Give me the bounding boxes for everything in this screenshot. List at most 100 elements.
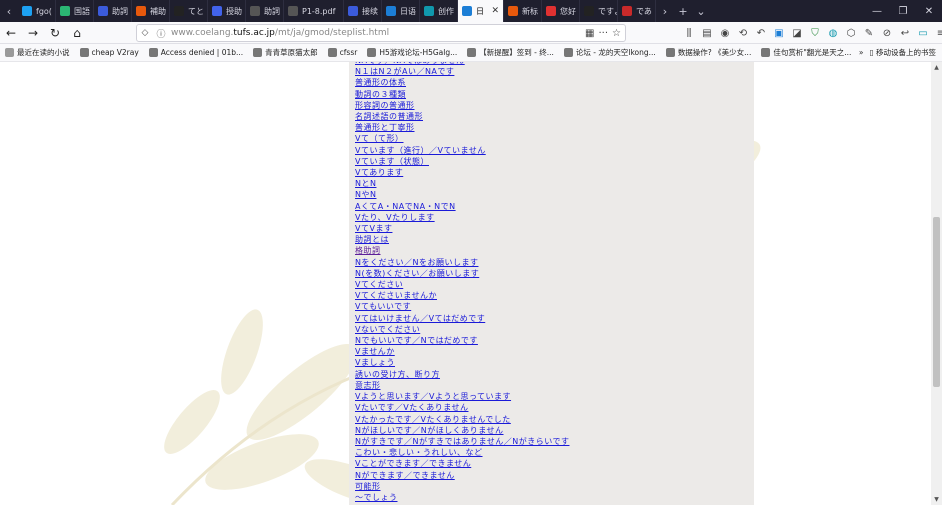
close-window-icon[interactable]: ✕ bbox=[916, 6, 942, 17]
grammar-link[interactable]: AくてA・NAでNA・NでN bbox=[355, 201, 755, 212]
grammar-link[interactable]: Vたり、Vたりします bbox=[355, 212, 755, 223]
browser-tab[interactable]: 助詞 bbox=[246, 0, 284, 22]
history-back-icon[interactable]: ↶ bbox=[752, 22, 770, 44]
tab-scroll-right-icon[interactable]: › bbox=[656, 0, 674, 22]
browser-tab[interactable]: 您好 bbox=[542, 0, 580, 22]
bookmark-item[interactable]: 数据操作? 《美少女... bbox=[661, 47, 757, 58]
chevron-double-right-icon[interactable]: » bbox=[859, 48, 864, 57]
grammar-link[interactable]: 〜でしょう bbox=[355, 492, 755, 503]
grammar-link[interactable]: Nができます／できません bbox=[355, 470, 755, 481]
bookmark-star-icon[interactable]: ☆ bbox=[612, 28, 621, 39]
browser-tab[interactable]: 日语 bbox=[382, 0, 420, 22]
grammar-link[interactable]: NとN bbox=[355, 178, 755, 189]
bookmark-item[interactable]: cfssr bbox=[323, 48, 363, 57]
library-icon[interactable]: ⫼ bbox=[680, 22, 698, 44]
browser-tab[interactable]: 補助 bbox=[132, 0, 170, 22]
browser-tab[interactable]: 新标 bbox=[504, 0, 542, 22]
extension-badge-icon[interactable]: ▣ bbox=[770, 22, 788, 44]
bookmark-item[interactable]: 最近在读的小说 bbox=[0, 47, 75, 58]
browser-tab[interactable]: 国語 bbox=[56, 0, 94, 22]
grammar-link[interactable]: Vてあります bbox=[355, 167, 755, 178]
bookmark-item[interactable]: 青青草原猫太郎 bbox=[248, 47, 323, 58]
extension-tool-icon[interactable]: ✎ bbox=[860, 22, 878, 44]
sidebar-icon[interactable]: ▤ bbox=[698, 22, 716, 44]
reply-icon[interactable]: ↩ bbox=[896, 22, 914, 44]
shield-icon[interactable]: ◇ bbox=[137, 28, 153, 38]
extension-cube-icon[interactable]: ⬡ bbox=[842, 22, 860, 44]
grammar-link[interactable]: 普通形と丁寧形 bbox=[355, 122, 755, 133]
grammar-link[interactable]: N(を数)ください／お願いします bbox=[355, 268, 755, 279]
reload-icon[interactable]: ↻ bbox=[44, 22, 66, 44]
grammar-link[interactable]: Vて（て形） bbox=[355, 133, 755, 144]
browser-tab[interactable]: 日 ✕ bbox=[458, 0, 504, 22]
extension-eye-icon[interactable]: ◍ bbox=[824, 22, 842, 44]
browser-tab[interactable]: てと bbox=[170, 0, 208, 22]
grammar-link[interactable]: Vたかったです／Vたくありませんでした bbox=[355, 414, 755, 425]
extension-block-icon[interactable]: ⊘ bbox=[878, 22, 896, 44]
grammar-link[interactable]: 意志形 bbox=[355, 380, 755, 391]
bookmark-item[interactable]: Access denied | 01b... bbox=[144, 48, 248, 57]
bookmark-item[interactable]: 论坛 - 龙的天空lkong... bbox=[559, 47, 661, 58]
browser-tab[interactable]: P1-8.pdf bbox=[284, 0, 344, 22]
grammar-link[interactable]: 形容詞の普通形 bbox=[355, 100, 755, 111]
grammar-link[interactable]: Vてはいけません／Vてはだめです bbox=[355, 313, 755, 324]
grammar-link[interactable]: 可能形 bbox=[355, 481, 755, 492]
browser-tab[interactable]: 助詞 bbox=[94, 0, 132, 22]
browser-tab[interactable]: であ bbox=[618, 0, 656, 22]
grammar-link[interactable]: VてVます bbox=[355, 223, 755, 234]
new-tab-icon[interactable]: + bbox=[674, 0, 692, 22]
grammar-link[interactable]: Vましょう bbox=[355, 357, 755, 368]
page-actions-icon[interactable]: ··· bbox=[598, 28, 608, 39]
grammar-link[interactable]: Vてください bbox=[355, 279, 755, 290]
page-info-icon[interactable]: ⓘ bbox=[153, 27, 169, 40]
grammar-link[interactable]: N１はN２がAい／NAです bbox=[355, 66, 755, 77]
account-icon[interactable]: ◉ bbox=[716, 22, 734, 44]
address-bar[interactable]: ◇ ⓘ www.coelang.tufs.ac.jp/mt/ja/gmod/st… bbox=[136, 24, 626, 42]
grammar-link[interactable]: Vてもいいです bbox=[355, 301, 755, 312]
grammar-link[interactable]: Vたいです／Vたくありません bbox=[355, 402, 755, 413]
grammar-link[interactable]: Vようと思います／Vようと思っています bbox=[355, 391, 755, 402]
browser-tab[interactable]: 创作 bbox=[420, 0, 458, 22]
vertical-scrollbar[interactable]: ▲ ▼ bbox=[931, 62, 942, 505]
tab-close-icon[interactable]: ✕ bbox=[491, 6, 499, 16]
tab-list-icon[interactable]: ⌄ bbox=[692, 0, 710, 22]
grammar-link[interactable]: Nがすきです／Nがすきではありません／Nがきらいです bbox=[355, 436, 755, 447]
save-icon[interactable]: ▭ bbox=[914, 22, 932, 44]
bookmark-item[interactable]: 佳句赏析"翻光是天之... bbox=[756, 47, 856, 58]
grammar-link[interactable]: Vています（進行）／Vていません bbox=[355, 145, 755, 156]
maximize-icon[interactable]: ❐ bbox=[890, 6, 916, 17]
browser-tab[interactable]: fgo( bbox=[18, 0, 56, 22]
tab-scroll-left-icon[interactable]: ‹ bbox=[0, 0, 18, 22]
grammar-link[interactable]: Vてくださいませんか bbox=[355, 290, 755, 301]
grammar-link[interactable]: NやN bbox=[355, 189, 755, 200]
grammar-link[interactable]: 普通形の体系 bbox=[355, 77, 755, 88]
grammar-link[interactable]: 格助詞 bbox=[355, 245, 755, 256]
sync-icon[interactable]: ⟲ bbox=[734, 22, 752, 44]
scroll-down-icon[interactable]: ▼ bbox=[931, 494, 942, 505]
back-icon[interactable]: ← bbox=[0, 22, 22, 44]
menu-icon[interactable]: ≡ bbox=[932, 22, 942, 44]
bookmark-item[interactable]: 【新提醒】签到 - 终... bbox=[462, 47, 559, 58]
grammar-link[interactable]: 助詞とは bbox=[355, 234, 755, 245]
bookmark-item[interactable]: H5游戏论坛-H5Galg... bbox=[362, 47, 462, 58]
grammar-link[interactable]: 名詞述語の普通形 bbox=[355, 111, 755, 122]
url-text[interactable]: www.coelang.tufs.ac.jp/mt/ja/gmod/stepli… bbox=[169, 28, 585, 38]
extension-shield-icon[interactable]: ⛉ bbox=[806, 22, 824, 44]
browser-tab[interactable]: 授助 bbox=[208, 0, 246, 22]
extension-mask-icon[interactable]: ◪ bbox=[788, 22, 806, 44]
home-icon[interactable]: ⌂ bbox=[66, 22, 88, 44]
scroll-thumb[interactable] bbox=[933, 217, 940, 387]
bookmark-item[interactable]: cheap V2ray bbox=[75, 48, 144, 57]
grammar-link[interactable]: Vないでください bbox=[355, 324, 755, 335]
browser-tab[interactable]: ですよ bbox=[580, 0, 618, 22]
grammar-link[interactable]: Nでもいいです／Nではだめです bbox=[355, 335, 755, 346]
grammar-link[interactable]: こわい・悲しい・うれしい、など bbox=[355, 447, 755, 458]
grammar-link[interactable]: 動詞の３種類 bbox=[355, 89, 755, 100]
forward-icon[interactable]: → bbox=[22, 22, 44, 44]
grammar-link[interactable]: Nをください／Nをお願いします bbox=[355, 257, 755, 268]
minimize-icon[interactable]: — bbox=[864, 6, 890, 17]
grammar-link[interactable]: Nがほしいです／Nがほしくありません bbox=[355, 425, 755, 436]
grammar-link[interactable]: Vことができます／できません bbox=[355, 458, 755, 469]
grammar-link[interactable]: Vています（状態） bbox=[355, 156, 755, 167]
browser-tab[interactable]: 接续 bbox=[344, 0, 382, 22]
